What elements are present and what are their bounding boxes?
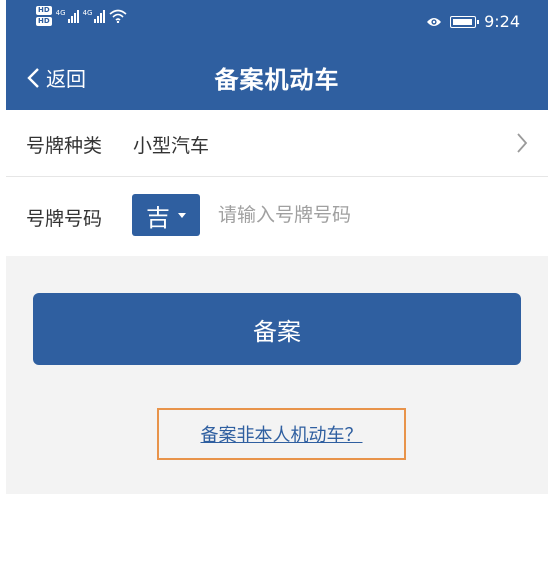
register-button[interactable]: 备案 (33, 293, 521, 365)
battery-icon (450, 15, 480, 28)
status-bar: HD HD 4G 4G 9:24 (6, 0, 548, 44)
province-select[interactable]: 吉 (132, 194, 200, 236)
highlight-box: 备案非本人机动车？ (157, 408, 406, 460)
app-header: HD HD 4G 4G 9:24 返回 备案机动车 (6, 0, 548, 110)
hd-badges: HD HD (36, 6, 52, 26)
hd-badge: HD (36, 17, 52, 26)
page-title: 备案机动车 (214, 66, 340, 94)
chevron-right-icon (517, 133, 528, 153)
plate-number-input[interactable] (218, 199, 518, 231)
status-right: 9:24 (426, 12, 520, 31)
plate-number-row: 号牌号码 吉 (6, 177, 548, 255)
network-tag: 4G (82, 9, 93, 17)
status-left: HD HD 4G 4G (36, 6, 127, 26)
plate-type-label: 号牌种类 (26, 135, 103, 157)
signal-icon: 4G (83, 9, 106, 23)
wifi-icon (109, 9, 127, 23)
plate-type-row[interactable]: 号牌种类 小型汽车 (6, 110, 548, 177)
hd-badge: HD (36, 6, 52, 15)
action-area: 备案 备案非本人机动车？ (6, 256, 548, 494)
eye-icon (427, 17, 442, 26)
register-other-vehicle-link[interactable]: 备案非本人机动车？ (201, 421, 363, 447)
signal-icon: 4G (56, 9, 79, 23)
plate-number-label: 号牌号码 (26, 208, 103, 230)
plate-type-value: 小型汽车 (133, 135, 210, 157)
province-value: 吉 (146, 203, 170, 232)
network-tag: 4G (55, 9, 66, 17)
clock: 9:24 (484, 12, 520, 31)
caret-down-icon (178, 212, 186, 218)
